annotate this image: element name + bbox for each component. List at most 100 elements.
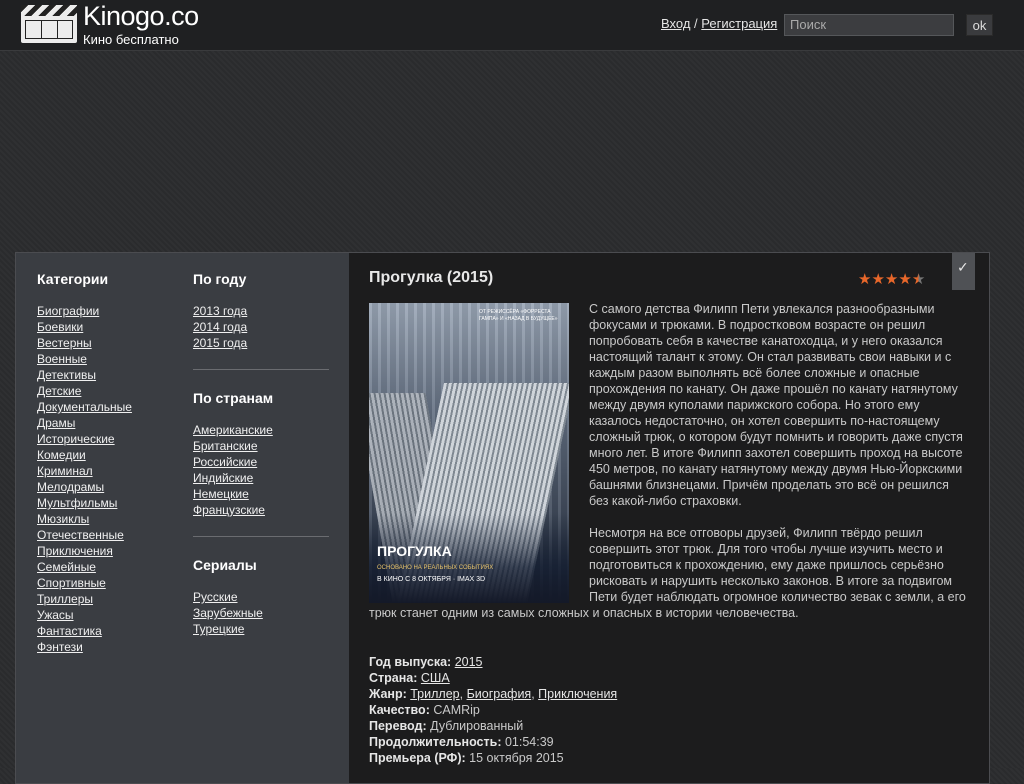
info-premiere: Премьера (РФ): 15 октября 2015 — [369, 751, 564, 765]
category-item: Фэнтези — [37, 639, 132, 655]
category-link[interactable]: Драмы — [37, 416, 75, 430]
category-link[interactable]: Фэнтези — [37, 640, 83, 654]
year-item: 2015 года — [193, 335, 247, 351]
info-genre: Жанр: Триллер, Биография, Приключения — [369, 687, 618, 701]
series-item: Зарубежные — [193, 605, 263, 621]
category-item: Исторические — [37, 431, 132, 447]
category-item: Триллеры — [37, 591, 132, 607]
category-item: Боевики — [37, 319, 132, 335]
category-link[interactable]: Триллеры — [37, 592, 93, 606]
categories-title: Категории — [37, 271, 109, 287]
country-list: Американские Британские Российские Индийски… — [193, 422, 273, 518]
category-item: Драмы — [37, 415, 132, 431]
category-item: Вестерны — [37, 335, 132, 351]
country-link[interactable]: Французские — [193, 503, 265, 517]
genre-link[interactable]: Биография — [467, 687, 532, 701]
year-link[interactable]: 2013 года — [193, 304, 247, 318]
by-country-title: По странам — [193, 390, 274, 406]
year-link[interactable]: 2015 — [455, 655, 483, 669]
register-link[interactable]: Регистрация — [701, 16, 777, 31]
category-link[interactable]: Спортивные — [37, 576, 106, 590]
category-item: Семейные — [37, 559, 132, 575]
country-link[interactable]: Индийские — [193, 471, 253, 485]
series-link[interactable]: Зарубежные — [193, 606, 263, 620]
year-item: 2014 года — [193, 319, 247, 335]
star-icon[interactable]: ★ — [898, 271, 911, 287]
year-item: 2013 года — [193, 303, 247, 319]
series-title: Сериалы — [193, 557, 257, 573]
category-link[interactable]: Приключения — [37, 544, 113, 558]
bookmark-button[interactable]: ✓ — [952, 253, 975, 290]
check-icon: ✓ — [957, 260, 969, 276]
category-item: Детские — [37, 383, 132, 399]
category-item: Мюзиклы — [37, 511, 132, 527]
star-icon[interactable]: ★ — [871, 271, 884, 287]
country-item: Французские — [193, 502, 273, 518]
category-link[interactable]: Исторические — [37, 432, 115, 446]
category-link[interactable]: Детские — [37, 384, 81, 398]
search-input[interactable]: Поиск — [784, 14, 954, 36]
category-link[interactable]: Мультфильмы — [37, 496, 117, 510]
login-link[interactable]: Вход — [661, 16, 690, 31]
rating-stars[interactable]: ★★★★★ — [858, 269, 925, 288]
category-link[interactable]: Комедии — [37, 448, 86, 462]
info-quality: Качество: CAMRip — [369, 703, 480, 717]
logo-title: Kinogo.co — [83, 1, 199, 31]
logo-subtitle: Кино бесплатно — [83, 32, 179, 47]
category-item: Фантастика — [37, 623, 132, 639]
series-link[interactable]: Русские — [193, 590, 238, 604]
category-link[interactable]: Отечественные — [37, 528, 124, 542]
category-link[interactable]: Детективы — [37, 368, 96, 382]
category-link[interactable]: Криминал — [37, 464, 93, 478]
category-item: Комедии — [37, 447, 132, 463]
series-link[interactable]: Турецкие — [193, 622, 244, 636]
ad-banner-area — [0, 51, 1024, 251]
divider — [193, 536, 329, 537]
category-item: Военные — [37, 351, 132, 367]
category-item: Ужасы — [37, 607, 132, 623]
category-link[interactable]: Фантастика — [37, 624, 102, 638]
star-icon[interactable]: ★ — [858, 271, 871, 287]
movie-title: Прогулка (2015) — [369, 269, 494, 286]
country-link[interactable]: Российские — [193, 455, 257, 469]
genre-link[interactable]: Триллер — [410, 687, 459, 701]
country-link[interactable]: США — [421, 671, 450, 685]
category-item: Детективы — [37, 367, 132, 383]
info-translation: Перевод: Дублированный — [369, 719, 524, 733]
category-item: Мелодрамы — [37, 479, 132, 495]
genre-link[interactable]: Приключения — [538, 687, 617, 701]
year-list: 2013 года 2014 года 2015 года — [193, 303, 247, 351]
movie-info: Год выпуска: 2015 Страна: США Жанр: Трил… — [369, 654, 969, 766]
country-item: Британские — [193, 438, 273, 454]
category-link[interactable]: Документальные — [37, 400, 132, 414]
star-icon[interactable]: ★ — [912, 271, 925, 287]
country-item: Индийские — [193, 470, 273, 486]
movie-description: С самого детства Филипп Пети увлекался р… — [369, 301, 969, 621]
category-link[interactable]: Биографии — [37, 304, 99, 318]
category-link[interactable]: Ужасы — [37, 608, 74, 622]
category-link[interactable]: Вестерны — [37, 336, 92, 350]
category-link[interactable]: Военные — [37, 352, 87, 366]
country-link[interactable]: Немецкие — [193, 487, 249, 501]
by-year-title: По году — [193, 271, 247, 287]
year-link[interactable]: 2015 года — [193, 336, 247, 350]
main-container: Категории Биографии Боевики Вестерны Военны… — [15, 252, 990, 784]
star-icon[interactable]: ★ — [885, 271, 898, 287]
country-item: Немецкие — [193, 486, 273, 502]
movie-content: Прогулка (2015) ★★★★★ ✓ ОТ РЕЖИССЁРА «ФО… — [349, 253, 989, 783]
category-item: Биографии — [37, 303, 132, 319]
series-item: Турецкие — [193, 621, 263, 637]
category-link[interactable]: Семейные — [37, 560, 96, 574]
category-link[interactable]: Мюзиклы — [37, 512, 89, 526]
sidebar: Категории Биографии Боевики Вестерны Военны… — [16, 253, 349, 783]
category-item: Документальные — [37, 399, 132, 415]
search-button[interactable]: ok — [966, 14, 993, 36]
year-link[interactable]: 2014 года — [193, 320, 247, 334]
country-item: Американские — [193, 422, 273, 438]
country-link[interactable]: Британские — [193, 439, 258, 453]
country-link[interactable]: Американские — [193, 423, 273, 437]
info-year: Год выпуска: 2015 — [369, 655, 483, 669]
category-item: Криминал — [37, 463, 132, 479]
category-link[interactable]: Боевики — [37, 320, 83, 334]
category-link[interactable]: Мелодрамы — [37, 480, 104, 494]
